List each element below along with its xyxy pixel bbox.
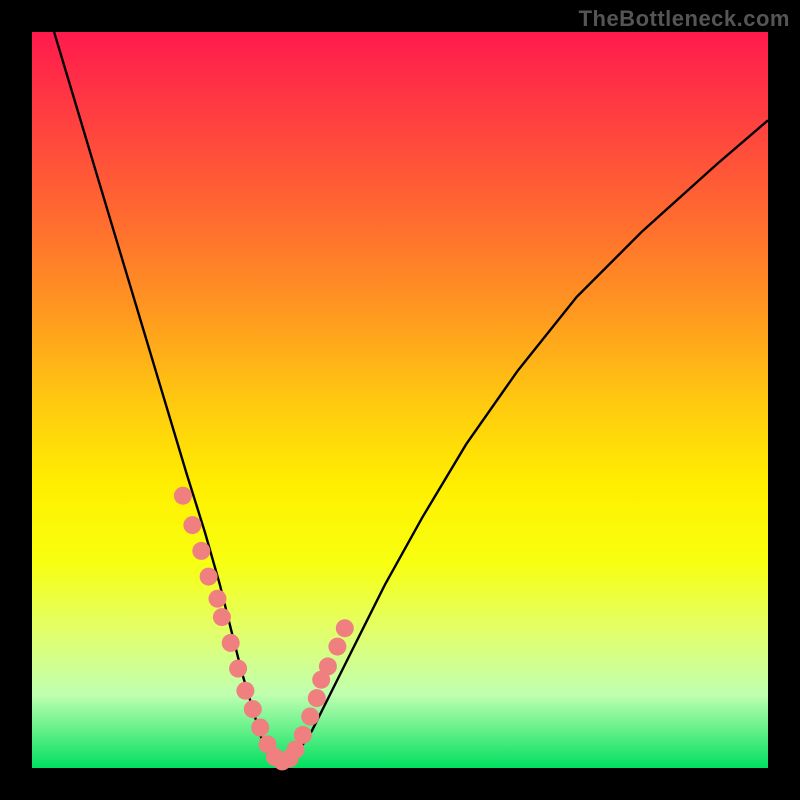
watermark-text: TheBottleneck.com [579, 6, 790, 32]
plot-area [32, 32, 768, 768]
dot-marker [328, 638, 346, 656]
dot-marker [192, 542, 210, 560]
dot-marker [301, 708, 319, 726]
dot-marker [236, 682, 254, 700]
dot-marker [200, 568, 218, 586]
dot-marker [294, 726, 312, 744]
chart-svg [32, 32, 768, 768]
bottleneck-curve [54, 32, 768, 762]
dot-marker [222, 634, 240, 652]
dot-marker [251, 719, 269, 737]
dot-marker [308, 689, 326, 707]
chart-frame: TheBottleneck.com [0, 0, 800, 800]
dot-marker [336, 619, 354, 637]
dot-marker [213, 608, 231, 626]
dot-marker [174, 487, 192, 505]
dot-marker [209, 590, 227, 608]
dot-marker [319, 657, 337, 675]
dot-marker [244, 700, 262, 718]
highlight-dots [174, 487, 354, 771]
dot-marker [183, 516, 201, 534]
dot-marker [229, 660, 247, 678]
